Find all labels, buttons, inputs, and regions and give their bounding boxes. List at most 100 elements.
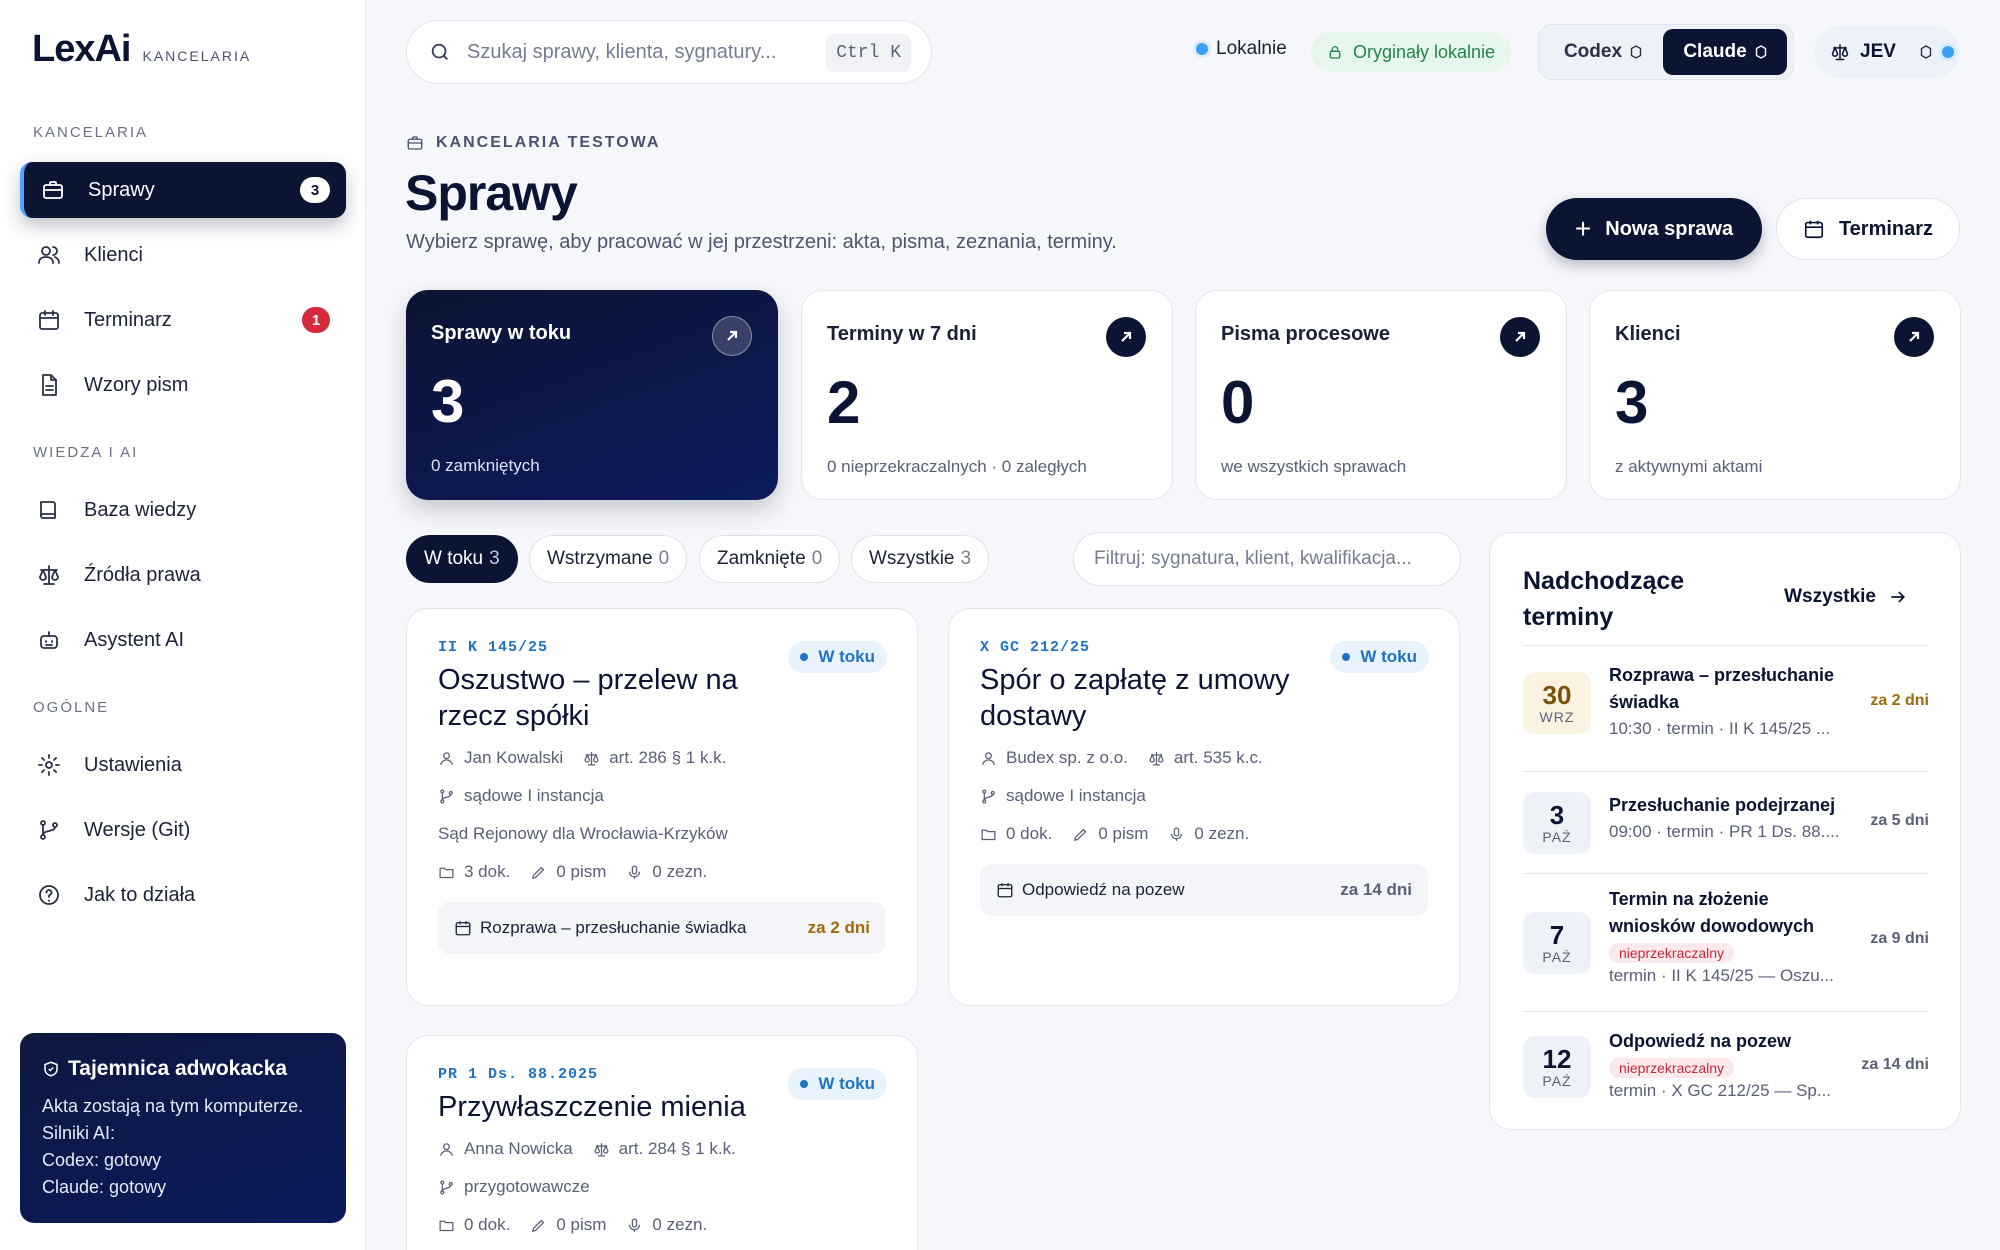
case-title: Przywłaszczenie mienia — [438, 1091, 746, 1123]
ai-engine-toggle: Codex Claude — [1538, 24, 1794, 80]
upcoming-item[interactable]: 12 PAŹ Odpowiedź na pozew nieprzekraczal… — [1523, 1012, 1929, 1122]
engine-claude-button[interactable]: Claude — [1663, 29, 1787, 75]
engine-codex-button[interactable]: Codex — [1543, 29, 1663, 75]
stat-label: Klienci — [1615, 323, 1681, 345]
sidebar-item-label: Ustawienia — [84, 753, 182, 776]
sidebar-item-terminarz[interactable]: Terminarz 1 — [20, 292, 346, 348]
upcoming-month: PAŹ — [1542, 829, 1572, 845]
upcoming-all-link[interactable]: Wszystkie — [1784, 586, 1908, 608]
scale-icon — [1149, 751, 1164, 766]
sidebar-item-label: Wzory pism — [84, 373, 189, 396]
stat-card-procedural-letters[interactable]: Pisma procesowe 0 we wszystkich sprawach — [1195, 290, 1567, 500]
sidebar-item-wersje-git[interactable]: Wersje (Git) — [20, 802, 346, 858]
tab-in-progress[interactable]: W toku 3 — [406, 535, 518, 583]
case-letters-count: 0 pism — [556, 1215, 607, 1234]
sidebar-item-label: Źródła prawa — [84, 563, 201, 586]
case-meta-row: Budex sp. z o.o. art. 535 k.c. — [980, 748, 1428, 768]
status-dot-icon — [800, 1080, 809, 1088]
tab-label: W toku — [424, 548, 484, 569]
status-badge: W toku — [1330, 641, 1429, 673]
case-testimonies: 0 zezn. — [1168, 824, 1249, 844]
upcoming-body: Rozprawa – przesłuchanie świadka 10:30 ·… — [1609, 662, 1849, 739]
arrow-up-right-icon[interactable] — [712, 316, 752, 356]
sidebar-item-jak-to-dziala[interactable]: Jak to działa — [20, 867, 346, 923]
upcoming-date: 3 PAŹ — [1523, 792, 1591, 854]
case-filter-input[interactable] — [1073, 532, 1461, 586]
app-logo[interactable]: LexAi KANCELARIA — [32, 28, 251, 71]
tab-count: 0 — [811, 548, 823, 569]
secrecy-line: Claude: gotowy — [42, 1177, 167, 1197]
case-event-name: Rozprawa – przesłuchanie świadka — [480, 918, 747, 937]
nav-section-wiedza: WIEDZA I AI — [33, 444, 139, 461]
microphone-icon — [629, 1217, 641, 1232]
stat-label: Terminy w 7 dni — [827, 323, 977, 345]
case-next-event[interactable]: Rozprawa – przesłuchanie świadka za 2 dn… — [438, 902, 886, 954]
stat-card-deadlines-7-days[interactable]: Terminy w 7 dni 2 0 nieprzekraczalnych ·… — [801, 290, 1173, 500]
status-badge: W toku — [788, 641, 887, 673]
case-meta-row: Jan Kowalski art. 286 § 1 k.k. — [438, 748, 886, 768]
upcoming-item[interactable]: 30 WRZ Rozprawa – przesłuchanie świadka … — [1523, 646, 1929, 772]
search-icon — [431, 43, 448, 60]
stat-note: we wszystkich sprawach — [1221, 457, 1407, 476]
stat-card-cases-in-progress[interactable]: Sprawy w toku 3 0 zamkniętych — [406, 290, 778, 500]
upcoming-item[interactable]: 7 PAŹ Termin na złożenie wniosków dowodo… — [1523, 874, 1929, 1012]
upcoming-when: za 2 dni — [1870, 692, 1929, 709]
case-card[interactable]: X GC 212/25 Spór o zapłatę z umowy dosta… — [948, 608, 1460, 1006]
upcoming-item[interactable]: 3 PAŹ Przesłuchanie podejrzanej 09:00 · … — [1523, 772, 1929, 874]
tab-count: 0 — [658, 548, 670, 569]
arrow-up-right-icon[interactable] — [1106, 317, 1146, 357]
upcoming-day: 7 — [1549, 920, 1565, 950]
case-stage-text: sądowe I instancja — [464, 786, 604, 805]
upcoming-date: 12 PAŹ — [1523, 1036, 1591, 1098]
pencil-icon — [1074, 828, 1087, 841]
upcoming-when: za 5 dni — [1870, 812, 1929, 829]
case-docs-count: 3 dok. — [464, 862, 511, 881]
sidebar-item-klienci[interactable]: Klienci — [20, 227, 346, 283]
secrecy-line: Codex: gotowy — [42, 1150, 162, 1170]
case-stage: przygotowawcze — [438, 1177, 590, 1197]
hexagon-icon — [1755, 45, 1766, 59]
case-letters: 0 pism — [1072, 824, 1148, 844]
case-letters-count: 0 pism — [556, 862, 607, 881]
sidebar-item-wzory-pism[interactable]: Wzory pism — [20, 357, 346, 413]
global-search[interactable]: Ctrl K — [406, 20, 932, 84]
document-icon — [36, 372, 62, 398]
case-title: Oszustwo – przelew na rzecz spółki — [438, 664, 738, 732]
case-card[interactable]: PR 1 Ds. 88.2025 Przywłaszczenie mienia … — [406, 1035, 918, 1250]
user-icon — [982, 751, 995, 765]
sidebar-item-baza-wiedzy[interactable]: Baza wiedzy — [20, 482, 346, 538]
new-case-button[interactable]: + Nowa sprawa — [1546, 198, 1762, 260]
sidebar-item-sprawy[interactable]: Sprawy 3 — [20, 162, 346, 218]
tab-closed[interactable]: Zamknięte 0 — [699, 535, 841, 583]
search-input[interactable] — [467, 40, 807, 64]
case-client: Budex sp. z o.o. — [980, 748, 1128, 768]
stat-card-clients[interactable]: Klienci 3 z aktywnymi aktami — [1589, 290, 1961, 500]
tab-paused[interactable]: Wstrzymane 0 — [529, 535, 688, 583]
folder-icon — [439, 1220, 454, 1231]
tab-all[interactable]: Wszystkie 3 — [851, 535, 990, 583]
upcoming-day: 30 — [1542, 680, 1572, 710]
nav-section-ogolne: OGÓLNE — [33, 699, 110, 716]
page-title: Sprawy — [405, 165, 578, 221]
case-article: art. 284 § 1 k.k. — [593, 1139, 736, 1159]
case-card[interactable]: II K 145/25 Oszustwo – przelew na rzecz … — [406, 608, 918, 1006]
upcoming-name: Rozprawa – przesłuchanie świadka — [1609, 665, 1835, 712]
arrow-up-right-icon[interactable] — [1894, 317, 1934, 357]
arrow-up-right-icon[interactable] — [1500, 317, 1540, 357]
calendar-button[interactable]: Terminarz — [1776, 198, 1960, 260]
sidebar-item-zrodla-prawa[interactable]: Źródła prawa — [20, 547, 346, 603]
originals-status-label: Oryginały lokalnie — [1353, 41, 1496, 62]
calendar-icon — [1804, 220, 1824, 239]
lock-icon — [1329, 46, 1341, 59]
help-icon — [36, 882, 62, 908]
case-stage-row: sądowe I instancja — [438, 786, 886, 806]
sidebar-item-ustawienia[interactable]: Ustawienia — [20, 737, 346, 793]
case-letters: 0 pism — [530, 862, 606, 882]
user-profile-chip[interactable]: JEV — [1814, 26, 1960, 78]
case-testimonies: 0 zezn. — [626, 1215, 707, 1235]
sidebar-item-asystent-ai[interactable]: Asystent AI — [20, 612, 346, 668]
logo-subtitle: KANCELARIA — [142, 48, 252, 64]
case-next-event[interactable]: Odpowiedź na pozew za 14 dni — [980, 864, 1428, 916]
case-stage-text: przygotowawcze — [464, 1177, 590, 1196]
status-label: W toku — [818, 647, 875, 666]
